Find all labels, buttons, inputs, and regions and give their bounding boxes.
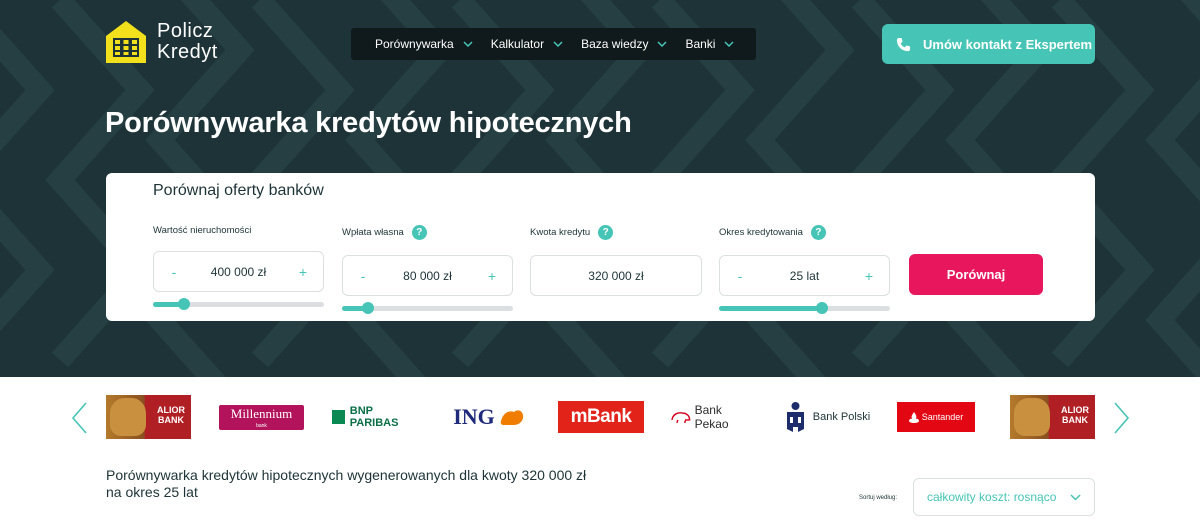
bank-logo-text: Millennium [230,405,293,421]
loan-period-unit: lat [806,268,820,283]
sort-label: Sortuj według: [859,495,898,501]
logo-text: Policz Kredyt [157,21,218,63]
bank-logo-text: Bank Polski [812,411,871,423]
loan-amount-label-text: Kwota kredytu [530,227,591,238]
loan-period-value: 25 [789,268,804,283]
down-payment-label: Wpłata własna ? [342,225,427,240]
sort-select[interactable]: całkowity koszt: rosnąco [913,478,1095,516]
property-value-input[interactable]: 400 000 zł [180,265,297,279]
property-value-minus-button[interactable]: - [168,264,180,280]
loan-amount-field: 320 000 zł [530,255,702,296]
alior-line-1: ALIOR [1061,405,1089,415]
chevron-down-icon [463,41,473,47]
chevron-left-icon[interactable] [71,402,87,434]
contact-expert-button[interactable]: Umów kontakt z Ekspertem [882,24,1095,64]
results-summary-line-1: Porównywarka kredytów hipotecznych wygen… [106,467,587,483]
nav-item-porownywarka[interactable]: Porównywarka [375,37,473,51]
bank-logo-millennium[interactable]: Millennium bank [219,396,304,438]
contact-expert-label: Umów kontakt z Ekspertem [923,36,1093,52]
nav-item-label: Baza wiedzy [581,37,649,51]
bank-logo-text: BNP PARIBAS [349,405,399,429]
loan-period-plus-button[interactable]: + [863,268,875,284]
bank-logo-santander[interactable]: Santander [897,402,975,432]
slider-thumb[interactable] [815,302,828,314]
phone-icon [896,37,911,51]
results-summary-line-2: na okres 25 lat [106,484,198,500]
bank-logo-alior[interactable]: ALIOR BANK [106,395,191,439]
property-value-label-text: Wartość nieruchomości [153,225,252,236]
alior-line-1: ALIOR [157,405,185,415]
alior-line-2: BANK [1062,415,1088,425]
chevron-down-icon [657,41,667,47]
loan-period-minus-button[interactable]: - [734,268,746,284]
bank-logo-ing[interactable]: ING [444,396,534,438]
sort-select-value: całkowity koszt: rosnąco [927,490,1057,504]
loan-period-label: Okres kredytowania ? [719,225,826,240]
logo-line-1: Policz [157,20,214,42]
nav-item-banki[interactable]: Banki [685,37,735,51]
nav-item-label: Kalkulator [490,37,545,51]
nav-item-label: Banki [685,37,716,51]
millennium-box: Millennium bank [219,404,304,430]
property-value-slider[interactable] [153,297,324,311]
bank-logo-text: ALIOR BANK [1061,405,1089,425]
nav-item-label: Porównywarka [375,37,454,51]
nav-item-baza-wiedzy[interactable]: Baza wiedzy [581,37,667,51]
nav-item-kalkulator[interactable]: Kalkulator [491,37,563,51]
house-calculator-logo-icon [106,21,146,63]
down-payment-plus-button[interactable]: + [486,268,498,284]
santander-flame-icon [908,411,919,423]
alior-line-2: BANK [158,415,184,425]
bank-logo-bnp-paribas[interactable]: BNP PARIBAS [332,396,418,438]
loan-period-label-text: Okres kredytowania [719,227,803,238]
property-value-stepper: - 400 000 zł + [153,251,324,292]
help-icon[interactable]: ? [598,225,614,240]
page-title: Porównywarka kredytów hipotecznych [105,107,632,139]
down-payment-stepper: - 80 000 zł + [342,255,513,296]
results-summary: Porównywarka kredytów hipotecznych wygen… [106,467,606,501]
alior-head-graphic [1014,398,1050,436]
loan-period-slider[interactable] [719,301,890,315]
help-icon[interactable]: ? [810,225,826,240]
loan-amount-value: 320 000 zł [588,268,644,283]
bnp-star-icon [332,410,345,424]
property-value-label: Wartość nieruchomości [153,225,251,236]
property-value-plus-button[interactable]: + [297,264,309,280]
chevron-down-icon [724,41,735,47]
slider-fill [719,306,822,311]
loan-amount-label: Kwota kredytu ? [530,225,614,240]
logo-line-2: Kredyt [157,41,218,63]
loan-period-input[interactable]: 25 lat [746,269,863,283]
slider-thumb[interactable] [361,302,374,314]
bank-logo-text: Bank Pekao [694,403,729,431]
down-payment-input[interactable]: 80 000 zł [369,269,486,283]
ing-lion-icon [500,410,523,425]
main-nav: Porównywarka Kalkulator Baza wiedzy Bank… [351,28,756,60]
calculator-card: Porównaj oferty banków Wartość nieruchom… [106,173,1095,321]
help-icon[interactable]: ? [411,225,427,240]
pko-money-box-icon [786,402,804,432]
pekao-bison-icon [671,412,691,424]
down-payment-label-text: Wpłata własna [342,227,404,238]
calculator-title: Porównaj oferty banków [153,182,324,199]
bank-logo-text: ING [453,404,495,429]
loan-period-stepper: - 25 lat + [719,255,890,296]
bank-logo-alior-2[interactable]: ALIOR BANK [1010,395,1095,439]
logo[interactable]: Policz Kredyt [105,20,218,64]
bank-logo-pko[interactable]: Bank Polski [783,396,871,438]
chevron-down-icon [553,41,563,47]
slider-thumb[interactable] [177,298,190,310]
down-payment-slider[interactable] [342,301,513,315]
chevron-down-icon [1070,493,1081,501]
chevron-right-icon[interactable] [1114,402,1130,434]
millennium-sub: bank [256,422,267,429]
bank-logo-text: ALIOR BANK [157,405,185,425]
bank-logo-mbank[interactable]: mBank [558,401,644,433]
down-payment-minus-button[interactable]: - [357,268,369,284]
bank-logo-text: Santander [921,412,964,422]
compare-button[interactable]: Porównaj [909,254,1043,295]
alior-head-graphic [110,398,146,436]
bank-logo-pekao[interactable]: Bank Pekao [670,396,758,438]
